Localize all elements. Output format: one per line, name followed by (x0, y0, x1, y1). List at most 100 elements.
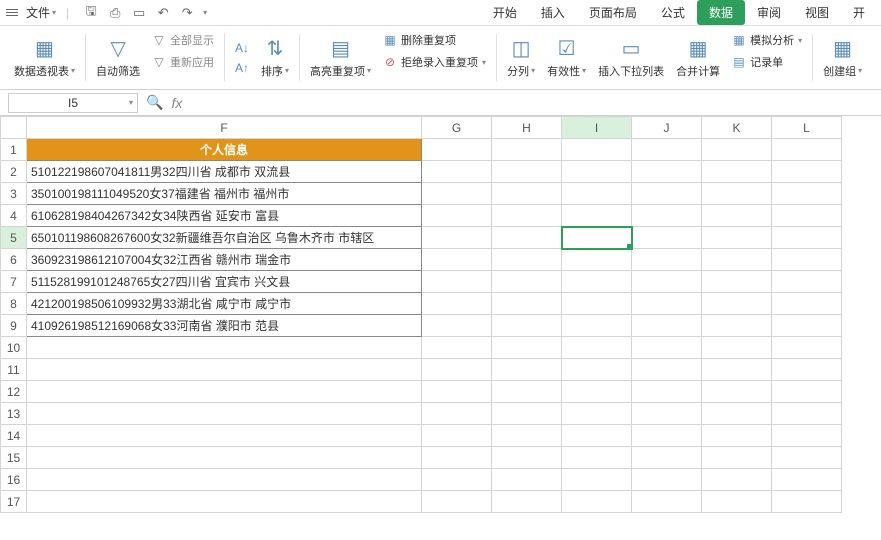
consolidate-button[interactable]: ▦ 合并计算 (670, 30, 726, 85)
row-head[interactable]: 5 (1, 227, 27, 249)
validation-button[interactable]: ☑ 有效性▾ (541, 30, 592, 85)
highlight-label: 高亮重复项 (310, 63, 365, 79)
col-head-K[interactable]: K (702, 117, 772, 139)
simulate-icon: ▦ (732, 33, 746, 47)
table-row[interactable]: 610628198404267342女34陕西省 延安市 富县 (27, 205, 422, 227)
record-button[interactable]: ▤ 记录单 (730, 52, 804, 72)
tab-dev[interactable]: 开 (841, 0, 877, 25)
split-button[interactable]: ◫ 分列▾ (501, 30, 541, 85)
tab-data[interactable]: 数据 (697, 0, 745, 25)
col-head-I[interactable]: I (562, 117, 632, 139)
select-all-corner[interactable] (1, 117, 27, 139)
consolidate-label: 合并计算 (676, 63, 720, 79)
row-head[interactable]: 4 (1, 205, 27, 227)
file-menu[interactable]: 文件 ▾ (22, 2, 60, 23)
pivot-button[interactable]: ▦ 数据透视表▾ (8, 30, 81, 85)
table-row[interactable]: 350100198111049520女37福建省 福州市 福州市 (27, 183, 422, 205)
table-row[interactable]: 510122198607041811男32四川省 成都市 双流县 (27, 161, 422, 183)
row-head[interactable]: 17 (1, 491, 27, 513)
table-row[interactable]: 421200198506109932男33湖北省 咸宁市 咸宁市 (27, 293, 422, 315)
qat-more-icon[interactable]: ▾ (203, 8, 207, 17)
table-row[interactable]: 410926198512169068女33河南省 濮阳市 范县 (27, 315, 422, 337)
fx-icons: 🔍 fx (146, 94, 182, 111)
remove-dup-icon: ▦ (383, 33, 397, 47)
tab-start[interactable]: 开始 (481, 0, 529, 25)
show-all-button[interactable]: ▽ 全部显示 (150, 30, 216, 50)
tab-layout[interactable]: 页面布局 (577, 0, 649, 25)
reject-icon: ⊘ (383, 55, 397, 69)
remove-dup-label: 删除重复项 (401, 32, 456, 48)
reapply-label: 重新应用 (170, 54, 214, 70)
grid[interactable]: F G H I J K L 1个人信息 2510122198607041811男… (0, 116, 842, 513)
col-head-G[interactable]: G (422, 117, 492, 139)
menu-left: 文件 ▾ | 🖫 ⎙ ▭ ↶ ↷ ▾ (4, 2, 207, 23)
consolidate-icon: ▦ (686, 37, 710, 61)
save-icon[interactable]: 🖫 (83, 5, 99, 21)
row-head[interactable]: 13 (1, 403, 27, 425)
record-icon: ▤ (732, 55, 746, 69)
row-head[interactable]: 7 (1, 271, 27, 293)
row-head[interactable]: 11 (1, 359, 27, 381)
tab-formula[interactable]: 公式 (649, 0, 697, 25)
highlight-icon: ▤ (329, 37, 353, 61)
tab-view[interactable]: 视图 (793, 0, 841, 25)
record-label: 记录单 (750, 54, 783, 70)
table-header[interactable]: 个人信息 (27, 139, 422, 161)
row-head[interactable]: 8 (1, 293, 27, 315)
dropdown-label: 插入下拉列表 (598, 63, 664, 79)
tab-review[interactable]: 审阅 (745, 0, 793, 25)
table-row[interactable]: 360923198612107004女32江西省 赣州市 瑞金市 (27, 249, 422, 271)
quick-access-toolbar: 🖫 ⎙ ▭ ↶ ↷ ▾ (83, 5, 207, 21)
row-head[interactable]: 10 (1, 337, 27, 359)
row-head[interactable]: 3 (1, 183, 27, 205)
col-head-J[interactable]: J (632, 117, 702, 139)
dropdown-button[interactable]: ▭ 插入下拉列表 (592, 30, 670, 85)
fx-icon[interactable]: fx (171, 95, 182, 111)
search-icon[interactable]: 🔍 (146, 94, 163, 111)
sort-button[interactable]: ⇅ 排序▾ (255, 30, 295, 85)
menubar: 文件 ▾ | 🖫 ⎙ ▭ ↶ ↷ ▾ 开始 插入 页面布局 公式 数据 审阅 视… (0, 0, 881, 26)
active-cell[interactable] (562, 227, 632, 249)
name-box[interactable]: I5 ▾ (8, 93, 138, 113)
print-icon[interactable]: ⎙ (107, 5, 123, 21)
sort-icon: ⇅ (263, 37, 287, 61)
row-head[interactable]: 1 (1, 139, 27, 161)
highlight-dup-button[interactable]: ▤ 高亮重复项▾ (304, 30, 377, 85)
print-preview-icon[interactable]: ▭ (131, 5, 147, 21)
row-head[interactable]: 9 (1, 315, 27, 337)
showall-icon: ▽ (152, 33, 166, 47)
formula-input[interactable] (190, 93, 873, 113)
validation-icon: ☑ (555, 37, 579, 61)
reject-dup-button[interactable]: ⊘拒绝录入重复项▾ (381, 52, 488, 72)
col-head-H[interactable]: H (492, 117, 562, 139)
sort-desc-button[interactable]: A↑ (233, 59, 251, 77)
row-head[interactable]: 6 (1, 249, 27, 271)
simulate-label: 模拟分析 (750, 32, 794, 48)
table-row[interactable]: 650101198608267600女32新疆维吾尔自治区 乌鲁木齐市 市辖区 (27, 227, 422, 249)
sort-asc-icon: A↓ (235, 41, 249, 55)
sort-label: 排序 (261, 63, 283, 79)
simulate-button[interactable]: ▦模拟分析▾ (730, 30, 804, 50)
row-head[interactable]: 14 (1, 425, 27, 447)
group-icon: ▦ (831, 37, 855, 61)
reapply-button[interactable]: ▽重新应用 (150, 52, 216, 72)
sort-asc-button[interactable]: A↓ (233, 39, 251, 57)
remove-dup-button[interactable]: ▦ 删除重复项 (381, 30, 488, 50)
row-head[interactable]: 12 (1, 381, 27, 403)
filter-icon: ▽ (106, 37, 130, 61)
row-head[interactable]: 2 (1, 161, 27, 183)
hamburger-icon[interactable] (4, 7, 20, 18)
row-head[interactable]: 15 (1, 447, 27, 469)
show-all-label: 全部显示 (170, 32, 214, 48)
redo-icon[interactable]: ↷ (179, 5, 195, 21)
row-head[interactable]: 16 (1, 469, 27, 491)
undo-icon[interactable]: ↶ (155, 5, 171, 21)
col-head-L[interactable]: L (772, 117, 842, 139)
chevron-down-icon: ▾ (52, 8, 56, 17)
table-row[interactable]: 511528199101248765女27四川省 宜宾市 兴文县 (27, 271, 422, 293)
autofilter-button[interactable]: ▽ 自动筛选 (90, 30, 146, 85)
group-button[interactable]: ▦ 创建组▾ (817, 30, 868, 85)
col-head-F[interactable]: F (27, 117, 422, 139)
validation-label: 有效性 (547, 63, 580, 79)
tab-insert[interactable]: 插入 (529, 0, 577, 25)
